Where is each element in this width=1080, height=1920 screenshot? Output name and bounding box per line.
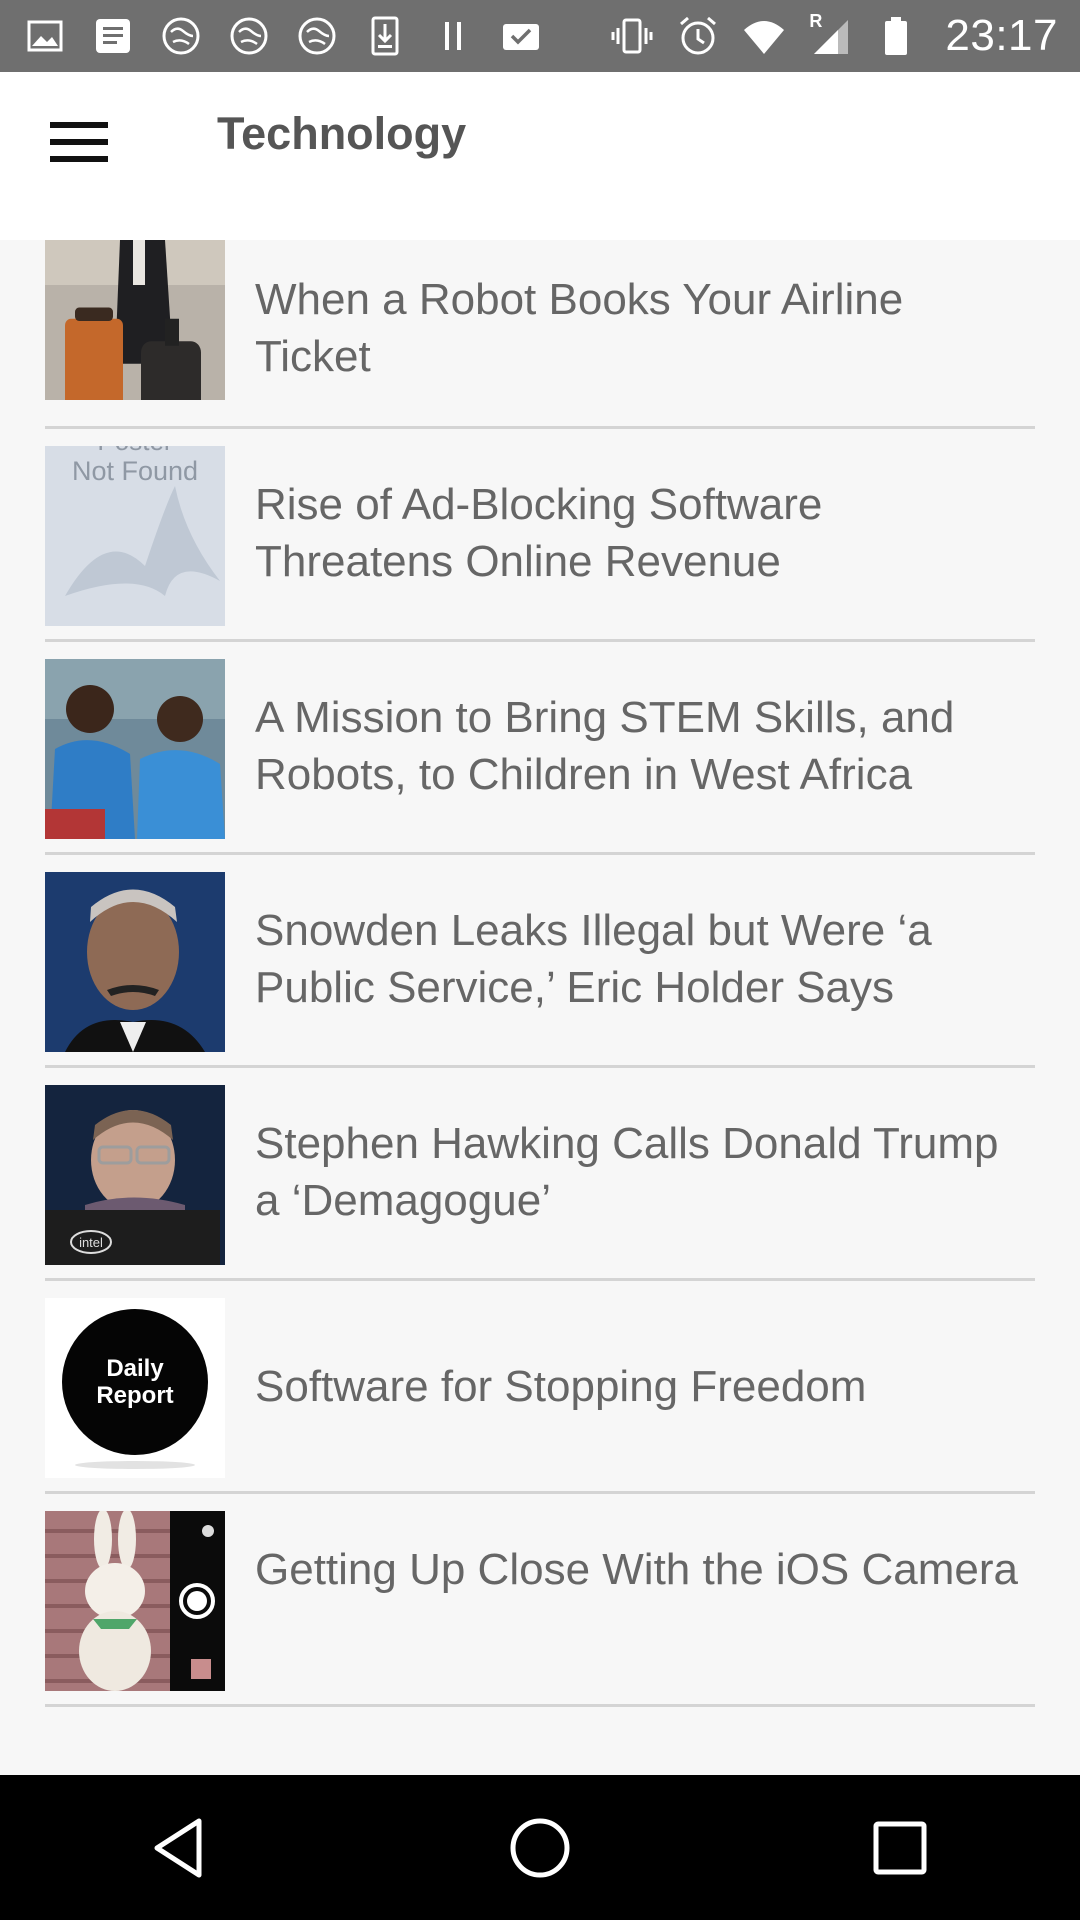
recents-square-icon[interactable] [845, 1793, 955, 1903]
download-icon [362, 13, 408, 59]
article-headline: Software for Stopping Freedom [255, 1362, 867, 1411]
list-item[interactable]: Daily Report Software for Stopping Freed… [45, 1281, 1035, 1494]
article-list[interactable]: When a Robot Books Your Airline Ticket P… [0, 240, 1080, 1775]
article-headline: Rise of Ad-Blocking Software Threatens O… [255, 480, 823, 586]
status-bar: R 23:17 [0, 0, 1080, 72]
navigation-bar [0, 1775, 1080, 1920]
pause-icon [430, 13, 476, 59]
article-thumbnail [45, 240, 225, 400]
thumb-text: intel [79, 1235, 103, 1250]
thumb-text-2: Report [96, 1382, 173, 1409]
thumb-text-1: Daily [106, 1355, 164, 1382]
article-thumbnail [45, 659, 225, 839]
image-icon [22, 13, 68, 59]
list-item[interactable]: When a Robot Books Your Airline Ticket [45, 240, 1035, 429]
app-bar: Technology [0, 72, 1080, 240]
article-headline: A Mission to Bring STEM Skills, and Robo… [255, 693, 955, 799]
document-icon [90, 13, 136, 59]
vpn-globe-icon [294, 13, 340, 59]
thumb-text: Not Found [72, 456, 198, 486]
article-thumbnail: Daily Report [45, 1298, 225, 1478]
article-thumbnail: Poster Not Found [45, 446, 225, 626]
hamburger-menu-icon[interactable] [40, 112, 118, 172]
list-item[interactable]: Snowden Leaks Illegal but Were ‘a Public… [45, 855, 1035, 1068]
system-icons: R 23:17 [609, 11, 1058, 61]
clipboard-check-icon [498, 13, 544, 59]
list-item[interactable]: A Mission to Bring STEM Skills, and Robo… [45, 642, 1035, 855]
article-headline: Snowden Leaks Illegal but Were ‘a Public… [255, 906, 932, 1012]
home-circle-icon[interactable] [485, 1793, 595, 1903]
article-thumbnail: intel [45, 1085, 225, 1265]
article-headline: When a Robot Books Your Airline Ticket [255, 275, 904, 381]
vibrate-icon [609, 13, 655, 59]
roaming-label: R [809, 11, 823, 31]
list-item[interactable]: Poster Not Found Rise of Ad-Blocking Sof… [45, 429, 1035, 642]
vpn-globe-icon [158, 13, 204, 59]
article-headline: Stephen Hawking Calls Donald Trump a ‘De… [255, 1119, 999, 1225]
article-headline: Getting Up Close With the iOS Camera [255, 1545, 1018, 1594]
clock: 23:17 [945, 11, 1058, 60]
list-item[interactable]: intel Stephen Hawking Calls Donald Trump… [45, 1068, 1035, 1281]
back-triangle-icon[interactable] [125, 1793, 235, 1903]
thumb-text-top: Poster [97, 446, 172, 456]
vpn-globe-icon [226, 13, 272, 59]
list-item[interactable]: Getting Up Close With the iOS Camera [45, 1494, 1035, 1707]
battery-icon [873, 13, 919, 59]
signal-roaming-icon: R [807, 11, 853, 59]
notification-icons [22, 13, 544, 59]
article-thumbnail [45, 1511, 225, 1691]
wifi-icon [741, 13, 787, 59]
page-title: Technology [217, 108, 467, 159]
article-thumbnail [45, 872, 225, 1052]
alarm-icon [675, 13, 721, 59]
